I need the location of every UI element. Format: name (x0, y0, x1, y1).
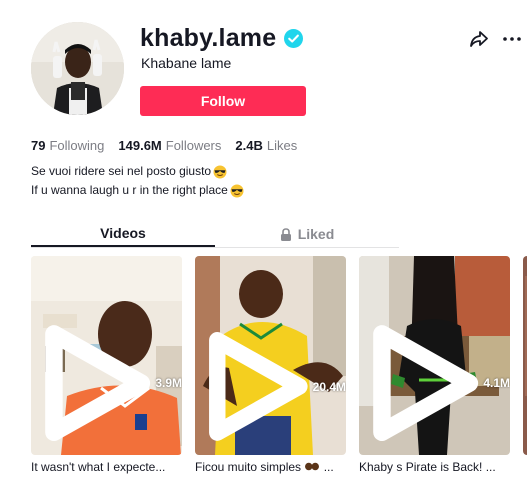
ellipsis-text: ... (323, 460, 334, 475)
video-card[interactable]: 4.1M Khaby s Pirate is Back! ... (359, 256, 510, 474)
video-card[interactable]: 3.9M It wasn't what I expecte... (31, 256, 182, 474)
nickname: Khabane lame (141, 55, 232, 71)
follow-button[interactable]: Follow (140, 86, 306, 116)
view-count-value: 4.1M (483, 375, 510, 390)
video-caption[interactable]: It wasn't what I expecte... (31, 460, 182, 474)
profile-bio: Se vuoi ridere sei nel posto giusto If u… (31, 162, 244, 200)
stat-likes: 2.4B Likes (235, 138, 297, 153)
view-count: 4.1M (371, 323, 510, 443)
lock-icon (280, 227, 292, 241)
video-card-partial[interactable] (523, 256, 527, 455)
play-icon (209, 332, 308, 441)
likes-label: Likes (266, 138, 298, 153)
sunglasses-emoji-icon (213, 165, 227, 179)
video-thumbnail[interactable] (523, 256, 527, 455)
bio-text-2: If u wanna laugh u r in the right place (31, 183, 228, 197)
view-count-value: 3.9M (155, 375, 182, 390)
profile-stats: 79 Following 149.6M Followers 2.4B Likes (31, 138, 297, 153)
stat-followers[interactable]: 149.6M Followers (118, 138, 221, 153)
sunglasses-emoji-icon (230, 184, 244, 198)
stat-following[interactable]: 79 Following (31, 138, 104, 153)
video-grid: 3.9M It wasn't what I expecte... 20.4M F… (31, 256, 527, 488)
play-icon (45, 324, 151, 441)
view-count: 3.9M (43, 323, 182, 443)
video-caption[interactable]: Ficou muito simples ... (195, 460, 346, 476)
more-options-icon[interactable] (502, 29, 522, 49)
video-card[interactable]: 20.4M Ficou muito simples ... (195, 256, 346, 476)
view-count-value: 20.4M (312, 379, 346, 394)
video-caption[interactable]: Khaby s Pirate is Back! ... (359, 460, 510, 474)
followers-count: 149.6M (118, 138, 162, 153)
video-thumbnail[interactable]: 4.1M (359, 256, 510, 455)
profile-avatar (31, 22, 124, 115)
video-thumbnail[interactable]: 20.4M (195, 256, 346, 455)
followers-label: Followers (165, 138, 222, 153)
share-icon[interactable] (469, 29, 489, 49)
profile-tabs: Videos Liked (31, 221, 399, 248)
bio-line-1: Se vuoi ridere sei nel posto giusto (31, 162, 244, 181)
bio-text-1: Se vuoi ridere sei nel posto giusto (31, 164, 212, 178)
video-thumbnail[interactable]: 3.9M (31, 256, 182, 455)
following-label: Following (49, 138, 105, 153)
tab-liked-label: Liked (297, 226, 335, 242)
likes-count: 2.4B (235, 138, 263, 153)
username-row: khaby.lame (140, 24, 304, 53)
username: khaby.lame (140, 24, 277, 52)
view-count: 20.4M (207, 330, 346, 443)
tab-liked[interactable]: Liked (215, 221, 399, 247)
bio-line-2: If u wanna laugh u r in the right place (31, 181, 244, 200)
verified-badge-icon (284, 29, 304, 48)
video-caption-text: Ficou muito simples (195, 460, 302, 475)
tab-videos[interactable]: Videos (31, 221, 215, 247)
emoji-icon (304, 460, 320, 476)
tab-videos-label: Videos (100, 225, 146, 241)
play-icon (373, 324, 479, 441)
following-count: 79 (31, 138, 46, 153)
